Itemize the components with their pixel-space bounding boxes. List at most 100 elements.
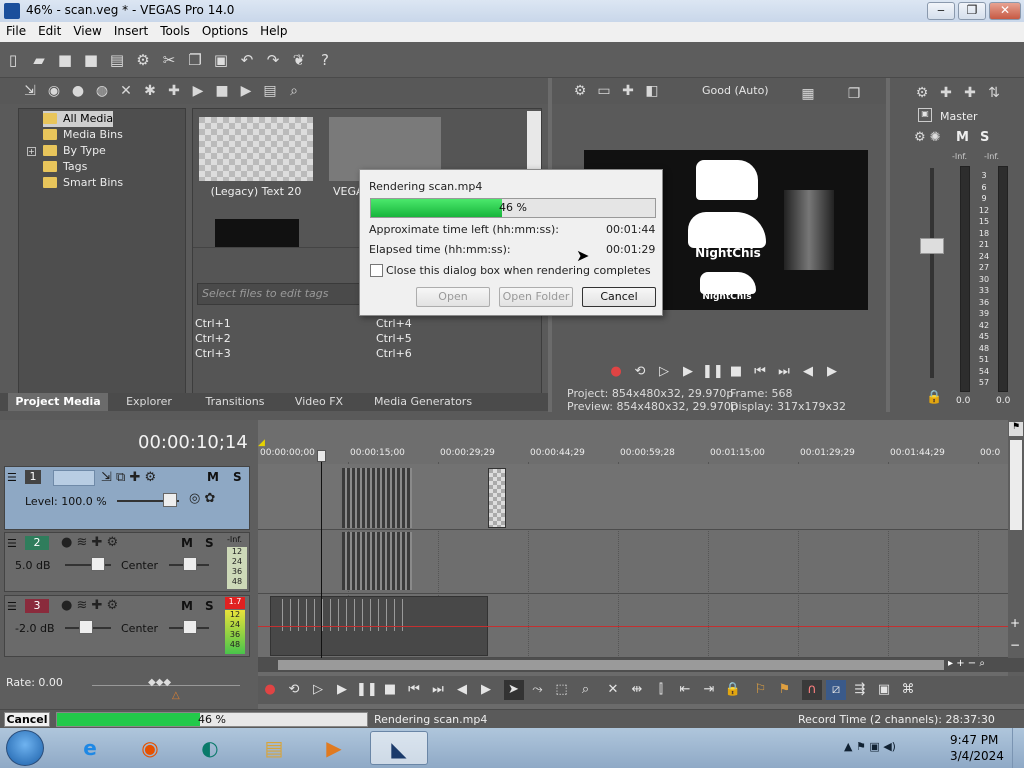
play-media-icon[interactable]: ▶ (188, 81, 208, 101)
track-minimize-icon[interactable]: ☰ (7, 471, 17, 484)
go-to-start-icon[interactable]: ⏮ (750, 362, 770, 382)
level-slider[interactable] (163, 493, 177, 507)
zoom-tool-icon[interactable]: ⌕ (576, 680, 596, 700)
undo-icon[interactable]: ↶ (237, 50, 257, 70)
start-button[interactable] (6, 730, 44, 766)
new-icon[interactable]: ▯ (3, 50, 23, 70)
lock-envelopes-icon[interactable]: ▣ (874, 680, 894, 700)
menu-options[interactable]: Options (196, 22, 254, 40)
effects-icon[interactable]: ✱ (140, 81, 160, 101)
zoom-out-icon[interactable]: − (1010, 638, 1020, 652)
menu-tools[interactable]: Tools (154, 22, 196, 40)
menu-help[interactable]: Help (254, 22, 293, 40)
pan-slider[interactable] (183, 557, 197, 571)
volume-slider[interactable] (79, 620, 93, 634)
playhead-handle[interactable] (317, 450, 326, 462)
mute-button[interactable]: M (181, 536, 193, 550)
solo-button[interactable]: S (205, 536, 214, 550)
save-icon[interactable]: ■ (55, 50, 75, 70)
split-screen-icon[interactable]: ◧ (642, 81, 662, 101)
cancel-render-button[interactable]: Cancel (582, 287, 656, 307)
record-icon[interactable]: ● (260, 680, 280, 700)
copy-icon[interactable]: ❐ (185, 50, 205, 70)
loop-icon[interactable]: ⟲ (630, 362, 650, 382)
pause-icon[interactable]: ❚❚ (356, 680, 378, 700)
trim-end-icon[interactable]: ⇥ (699, 680, 719, 700)
tab-transitions[interactable]: Transitions (190, 393, 280, 411)
preview-properties-icon[interactable]: ⚙ (570, 81, 590, 101)
selection-tool-icon[interactable]: ⬚ (552, 680, 572, 700)
track-motion-icon[interactable]: ⇲ ⧉ ✚ ⚙ (101, 470, 156, 485)
solo-button[interactable]: S (205, 599, 214, 613)
zoom-in-icon[interactable]: + (1010, 616, 1020, 630)
next-frame-icon[interactable]: ▶ (822, 362, 842, 382)
master-properties-icon[interactable]: ⚙ (912, 83, 932, 103)
internet-explorer-icon[interactable]: e (66, 731, 114, 765)
compositing-icon[interactable]: ◎ ✿ (189, 491, 215, 506)
stop-media-icon[interactable]: ■ (212, 81, 232, 101)
master-fx-icon[interactable]: ✚ (936, 83, 956, 103)
minimize-button[interactable]: ‒ (927, 2, 955, 20)
envelope-tool-icon[interactable]: ⤳ (528, 680, 548, 700)
plugin-icon[interactable]: ✚ (164, 81, 184, 101)
lock-icon[interactable]: 🔒 (926, 390, 942, 405)
snapping-icon[interactable]: ∩ (802, 680, 822, 700)
playhead[interactable] (321, 454, 322, 660)
ripple-icon[interactable]: ⇶ (850, 680, 870, 700)
track-fx-icons[interactable]: ● ≋ ✚ ⚙ (61, 535, 118, 550)
tree-by-type[interactable]: By Type (43, 143, 106, 159)
tree-media-bins[interactable]: Media Bins (43, 127, 123, 143)
help-icon[interactable]: ? (315, 50, 335, 70)
menu-file[interactable]: File (0, 22, 32, 40)
auto-crossfade-icon[interactable]: ⧄ (826, 680, 846, 700)
delete-icon[interactable]: ✕ (603, 680, 623, 700)
tray-icons[interactable]: ▲ ⚑ ▣ ◀) (844, 740, 896, 753)
next-frame-icon[interactable]: ▶ (476, 680, 496, 700)
marker-icon[interactable]: ⚐ (751, 680, 771, 700)
expand-icon[interactable]: + (27, 147, 36, 156)
master-fx-icon[interactable]: ⚙ ✺ (914, 130, 941, 145)
open-icon[interactable]: ▰ (29, 50, 49, 70)
split-icon[interactable]: ⫿ (651, 680, 671, 700)
menu-edit[interactable]: Edit (32, 22, 67, 40)
cut-icon[interactable]: ✂ (159, 50, 179, 70)
track-name-field[interactable] (53, 470, 95, 486)
marker-flag-icon[interactable]: ⚑ (1009, 422, 1023, 436)
trim-start-icon[interactable]: ⇤ (675, 680, 695, 700)
stop-icon[interactable]: ■ (726, 362, 746, 382)
horizontal-scrollbar[interactable]: ▸ + − ⌕ (258, 658, 1024, 672)
master-fader[interactable] (920, 238, 944, 254)
tab-video-fx[interactable]: Video FX (286, 393, 352, 411)
redo-icon[interactable]: ↷ (263, 50, 283, 70)
video-event[interactable] (342, 468, 412, 528)
paste-icon[interactable]: ▣ (211, 50, 231, 70)
normal-edit-tool-icon[interactable]: ➤ (503, 680, 524, 700)
solo-button[interactable]: S (980, 130, 989, 145)
import-media-icon[interactable]: ⇲ (20, 81, 40, 101)
tree-all-media[interactable]: All Media (43, 111, 114, 127)
tags-input[interactable]: Select files to edit tags (197, 283, 361, 305)
stop-icon[interactable]: ■ (380, 680, 400, 700)
mute-button[interactable]: M (956, 130, 969, 145)
go-to-end-icon[interactable]: ⏭ (428, 680, 448, 700)
zoom-controls-icon[interactable]: ▸ + − ⌕ (948, 658, 985, 669)
web-icon[interactable]: ◍ (92, 81, 112, 101)
track-fx-icons[interactable]: ● ≋ ✚ ⚙ (61, 598, 118, 613)
play-from-start-icon[interactable]: ▷ (308, 680, 328, 700)
audio-track-2[interactable]: ☰ 2 ● ≋ ✚ ⚙ M S 5.0 dB Center -Inf. 12 24… (4, 532, 250, 592)
media-player-icon[interactable]: ▶ (310, 731, 358, 765)
menu-view[interactable]: View (67, 22, 107, 40)
rate-slider[interactable]: ◆◆◆ (148, 677, 171, 688)
master-downmix-icon[interactable]: ⇅ (984, 83, 1004, 103)
volume-slider[interactable] (91, 557, 105, 571)
volume-envelope[interactable] (258, 626, 1008, 627)
pause-icon[interactable]: ❚❚ (702, 362, 724, 382)
whats-this-icon[interactable]: ❦ (289, 50, 309, 70)
firefox-icon[interactable]: ◉ (126, 731, 174, 765)
scroll-thumb[interactable] (1010, 440, 1022, 530)
prev-frame-icon[interactable]: ◀ (798, 362, 818, 382)
tree-smart-bins[interactable]: Smart Bins (43, 175, 123, 191)
timeline-splitter[interactable] (0, 412, 1024, 420)
text-event[interactable] (488, 468, 506, 528)
fx-icon[interactable]: ✚ (618, 81, 638, 101)
